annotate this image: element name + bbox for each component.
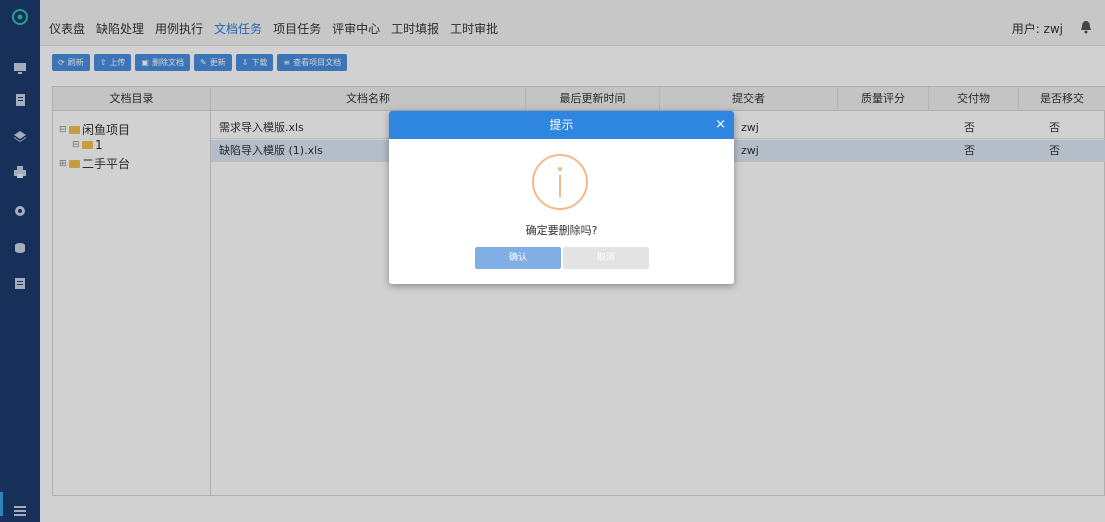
close-icon[interactable]: × [715,117,726,133]
dialog-title: 提示 [549,118,574,132]
confirm-delete-dialog: 提示 × 确定要删除吗? 确认 取消 [389,111,734,284]
info-icon [529,151,591,213]
cancel-button[interactable]: 取消 [563,247,649,269]
dialog-header: 提示 × [389,111,734,139]
confirm-button[interactable]: 确认 [475,247,561,269]
dialog-message: 确定要删除吗? [525,224,598,237]
